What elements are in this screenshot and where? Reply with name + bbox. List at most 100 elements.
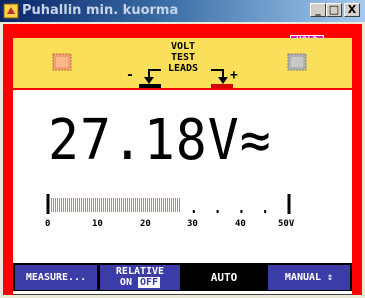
- bargraph: [46, 194, 291, 214]
- bargraph-ticks: [192, 210, 267, 213]
- bargraph-segment: [79, 198, 80, 212]
- bargraph-segment: [51, 198, 52, 212]
- voltage-readout: 27.18V≈: [48, 108, 272, 173]
- app-icon: [3, 3, 19, 19]
- bargraph-segment: [123, 198, 124, 212]
- test-leads-line2: TEST: [170, 52, 196, 63]
- bargraph-segment: [71, 198, 72, 212]
- bargraph-segment: [63, 198, 64, 212]
- relative-off-label: OFF: [138, 277, 161, 288]
- bargraph-segment: [111, 198, 112, 212]
- scale-label-30: 30: [187, 219, 198, 229]
- display-left-border: [3, 24, 13, 295]
- bargraph-segment: [107, 198, 108, 212]
- bargraph-segment: [147, 198, 148, 212]
- bargraph-segment: [169, 198, 170, 212]
- measure-softkey[interactable]: MEASURE...: [15, 265, 97, 290]
- bargraph-segment: [87, 198, 88, 212]
- bargraph-segment: [167, 198, 168, 212]
- bargraph-tick: [216, 210, 219, 213]
- maximize-button[interactable]: □: [326, 3, 342, 17]
- bargraph-segment: [171, 198, 172, 212]
- meter-window: Puhallin min. kuorma _ □ X HOLD -◄ VOLT …: [0, 0, 365, 298]
- plus-label: +: [230, 68, 238, 83]
- bargraph-segment: [55, 198, 56, 212]
- minimize-button[interactable]: _: [310, 3, 326, 17]
- bargraph-segment: [103, 198, 104, 212]
- red-connector-icon: [287, 53, 307, 71]
- bargraph-segment: [99, 198, 100, 212]
- close-button[interactable]: X: [344, 3, 360, 17]
- bargraph-segment: [97, 198, 98, 212]
- window-title: Puhallin min. kuorma: [22, 3, 179, 18]
- bargraph-segment: [153, 198, 154, 212]
- bargraph-segment: [57, 198, 58, 212]
- relative-on-label: ON: [119, 277, 132, 288]
- bargraph-segment: [145, 198, 146, 212]
- bargraph-segment: [131, 198, 132, 212]
- bargraph-segment: [137, 198, 138, 212]
- test-leads-line3: LEADS: [167, 63, 199, 74]
- auto-softkey[interactable]: AUTO: [183, 265, 265, 290]
- bargraph-segment: [159, 198, 160, 212]
- black-connector-icon: [52, 53, 72, 71]
- relative-label: RELATIVE: [115, 266, 165, 277]
- scale-label-20: 20: [140, 219, 151, 229]
- bargraph-segment: [75, 198, 76, 212]
- test-leads-line1: VOLT: [170, 41, 196, 52]
- bargraph-segment: [85, 198, 86, 212]
- bargraph-segment: [133, 198, 134, 212]
- bargraph-segment: [129, 198, 130, 212]
- test-leads-label: VOLT TEST LEADS: [158, 41, 208, 74]
- bargraph-segment: [101, 198, 102, 212]
- bargraph-segment: [121, 198, 122, 212]
- bargraph-segment: [65, 198, 66, 212]
- bargraph-segment: [127, 198, 128, 212]
- bargraph-segment: [59, 198, 60, 212]
- bargraph-segment: [89, 198, 90, 212]
- bargraph-segment: [139, 198, 140, 212]
- bargraph-segment: [179, 198, 180, 212]
- bargraph-segment: [117, 198, 118, 212]
- bargraph-segment: [157, 198, 158, 212]
- bargraph-segment: [61, 198, 62, 212]
- bargraph-segment: [141, 198, 142, 212]
- bargraph-segment: [135, 198, 136, 212]
- scale-label-10: 10: [92, 219, 103, 229]
- minus-label: -: [126, 68, 134, 83]
- bargraph-segment: [91, 198, 92, 212]
- bargraph-segment: [175, 198, 176, 212]
- bargraph-segment: [173, 198, 174, 212]
- bargraph-segment: [95, 198, 96, 212]
- scale-label-0: 0: [45, 219, 51, 229]
- display-right-border: [352, 24, 362, 295]
- bargraph-segment: [177, 198, 178, 212]
- bargraph-segment: [67, 198, 68, 212]
- bargraph-segment: [119, 198, 120, 212]
- bargraph-fill: [51, 198, 180, 212]
- bargraph-segment: [53, 198, 54, 212]
- bargraph-tick: [264, 210, 267, 213]
- bargraph-tick: [192, 210, 195, 213]
- bargraph-tick: [240, 210, 243, 213]
- bargraph-segment: [77, 198, 78, 212]
- bargraph-segment: [109, 198, 110, 212]
- manual-softkey[interactable]: MANUAL ⇕: [268, 265, 350, 290]
- bargraph-segment: [149, 198, 150, 212]
- bargraph-segment: [115, 198, 116, 212]
- bargraph-segment: [161, 198, 162, 212]
- bargraph-segment: [151, 198, 152, 212]
- bargraph-segment: [93, 198, 94, 212]
- bargraph-segment: [69, 198, 70, 212]
- bargraph-segment: [125, 198, 126, 212]
- scale-label-50: 50V: [278, 219, 295, 229]
- bargraph-segment: [113, 198, 114, 212]
- bargraph-segment: [83, 198, 84, 212]
- bargraph-segment: [163, 198, 164, 212]
- bargraph-segment: [165, 198, 166, 212]
- relative-softkey[interactable]: RELATIVE ON OFF: [100, 265, 180, 290]
- scale-label-40: 40: [235, 219, 246, 229]
- bargraph-segment: [143, 198, 144, 212]
- title-bar[interactable]: Puhallin min. kuorma _ □ X: [0, 0, 365, 22]
- bargraph-segment: [105, 198, 106, 212]
